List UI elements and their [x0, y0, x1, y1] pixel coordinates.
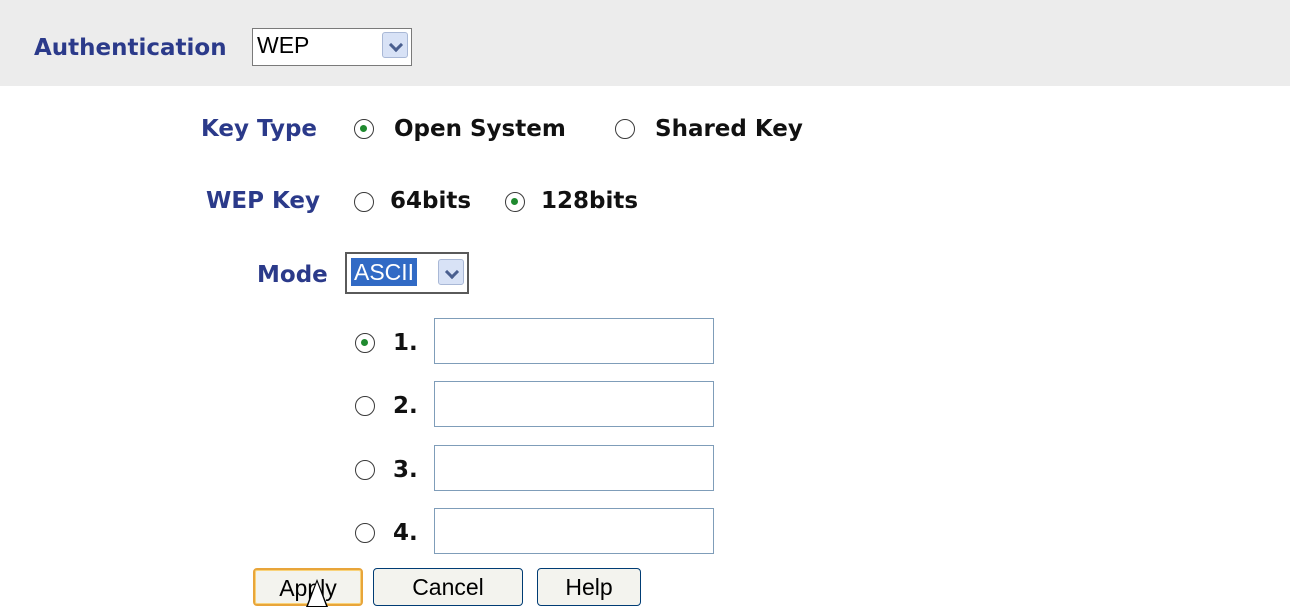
- mode-value: ASCII: [351, 258, 418, 286]
- chevron-down-icon[interactable]: [438, 259, 464, 285]
- radio-128bits[interactable]: [505, 192, 525, 212]
- key-1-input[interactable]: [434, 318, 714, 364]
- mouse-cursor-fill: [308, 582, 326, 606]
- radio-key-4[interactable]: [355, 523, 375, 543]
- radio-shared-key[interactable]: [615, 119, 635, 139]
- authentication-value: WEP: [257, 32, 310, 58]
- wep-key-label: WEP Key: [206, 188, 320, 214]
- cancel-button[interactable]: Cancel: [373, 568, 523, 606]
- 64bits-label: 64bits: [390, 188, 472, 214]
- mode-label: Mode: [257, 262, 328, 288]
- key-3-label: 3.: [393, 457, 418, 483]
- radio-key-1[interactable]: [355, 333, 375, 353]
- chevron-down-icon[interactable]: [382, 32, 408, 58]
- key-4-input[interactable]: [434, 508, 714, 554]
- authentication-select[interactable]: WEP: [252, 28, 412, 66]
- radio-key-2[interactable]: [355, 396, 375, 416]
- radio-key-3[interactable]: [355, 460, 375, 480]
- open-system-label: Open System: [394, 116, 566, 142]
- authentication-label: Authentication: [34, 35, 227, 61]
- 128bits-label: 128bits: [541, 188, 639, 214]
- key-2-label: 2.: [393, 393, 418, 419]
- key-2-input[interactable]: [434, 381, 714, 427]
- mode-select[interactable]: ASCII: [345, 252, 469, 294]
- key-type-label: Key Type: [201, 116, 318, 142]
- radio-open-system[interactable]: [354, 119, 374, 139]
- key-1-label: 1.: [393, 330, 418, 356]
- key-3-input[interactable]: [434, 445, 714, 491]
- help-button[interactable]: Help: [537, 568, 641, 606]
- radio-64bits[interactable]: [354, 192, 374, 212]
- shared-key-label: Shared Key: [655, 116, 803, 142]
- key-4-label: 4.: [393, 520, 418, 546]
